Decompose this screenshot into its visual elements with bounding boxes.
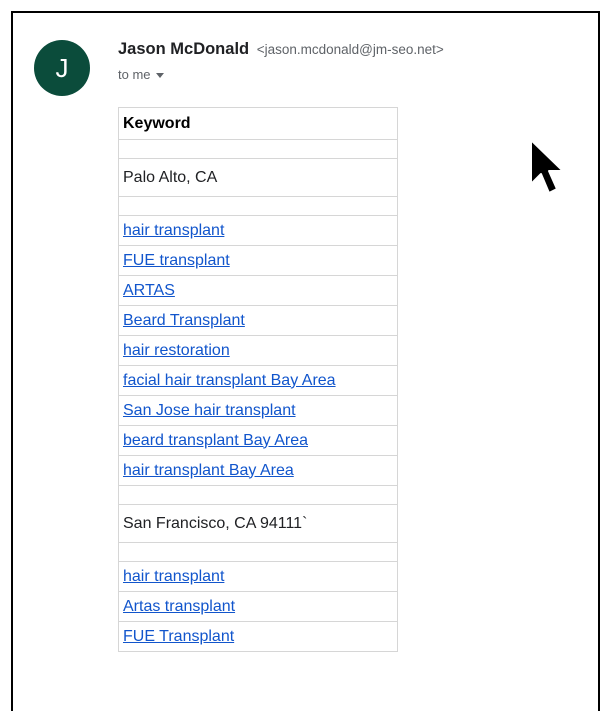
keyword-link[interactable]: Artas transplant: [123, 598, 235, 615]
spacer-row: [118, 485, 398, 505]
keyword-row: facial hair transplant Bay Area: [118, 365, 398, 396]
keyword-link[interactable]: hair restoration: [123, 342, 230, 359]
keyword-row: Artas transplant: [118, 591, 398, 622]
table-cell: [118, 542, 398, 562]
to-label: to me: [118, 67, 151, 82]
table-cell: hair transplant: [118, 561, 398, 592]
sender-line: Jason McDonald <jason.mcdonald@jm-seo.ne…: [118, 40, 444, 59]
table-cell: facial hair transplant Bay Area: [118, 365, 398, 396]
keyword-table-body: Palo Alto, CA hair transplant FUE transpla…: [118, 139, 398, 652]
table-cell: hair transplant: [118, 215, 398, 246]
keyword-row: ARTAS: [118, 275, 398, 306]
keyword-row: hair transplant: [118, 215, 398, 246]
location-label: San Francisco, CA 94111`: [123, 514, 308, 532]
table-cell: FUE Transplant: [118, 621, 398, 652]
sender-email: <jason.mcdonald@jm-seo.net>: [256, 42, 444, 57]
table-cell: FUE transplant: [118, 245, 398, 276]
location-row: Palo Alto, CA: [118, 158, 398, 197]
table-cell: San Jose hair transplant: [118, 395, 398, 426]
sender-avatar[interactable]: J: [34, 40, 90, 96]
table-cell: [118, 196, 398, 216]
table-cell: [118, 139, 398, 159]
keyword-row: hair transplant: [118, 561, 398, 592]
keyword-row: hair restoration: [118, 335, 398, 366]
keyword-row: Beard Transplant: [118, 305, 398, 336]
keyword-row: beard transplant Bay Area: [118, 425, 398, 456]
keyword-link[interactable]: FUE Transplant: [123, 628, 234, 645]
location-label: Palo Alto, CA: [123, 168, 218, 186]
table-header-row: Keyword: [118, 107, 398, 140]
table-cell: beard transplant Bay Area: [118, 425, 398, 456]
recipients-toggle[interactable]: to me: [118, 67, 164, 82]
keyword-link[interactable]: hair transplant: [123, 568, 224, 585]
location-row: San Francisco, CA 94111`: [118, 504, 398, 543]
keyword-table: Keyword Palo Alto, CA hair transplant FUE …: [118, 107, 398, 652]
keyword-row: FUE Transplant: [118, 621, 398, 652]
spacer-row: [118, 139, 398, 159]
keyword-link[interactable]: FUE transplant: [123, 252, 230, 269]
keyword-link[interactable]: San Jose hair transplant: [123, 402, 296, 419]
table-cell: San Francisco, CA 94111`: [118, 504, 398, 543]
table-cell: hair transplant Bay Area: [118, 455, 398, 486]
keyword-row: San Jose hair transplant: [118, 395, 398, 426]
keyword-link[interactable]: hair transplant: [123, 222, 224, 239]
table-cell: Beard Transplant: [118, 305, 398, 336]
keyword-link[interactable]: ARTAS: [123, 282, 175, 299]
keyword-column-header: Keyword: [118, 107, 398, 140]
spacer-row: [118, 542, 398, 562]
sender-name[interactable]: Jason McDonald: [118, 40, 249, 58]
keyword-row: hair transplant Bay Area: [118, 455, 398, 486]
table-cell: hair restoration: [118, 335, 398, 366]
keyword-link[interactable]: beard transplant Bay Area: [123, 432, 308, 449]
table-cell: Palo Alto, CA: [118, 158, 398, 197]
caret-down-icon[interactable]: [155, 73, 164, 79]
table-cell: Artas transplant: [118, 591, 398, 622]
table-cell: ARTAS: [118, 275, 398, 306]
keyword-link[interactable]: hair transplant Bay Area: [123, 462, 294, 479]
keyword-link[interactable]: facial hair transplant Bay Area: [123, 372, 336, 389]
spacer-row: [118, 196, 398, 216]
table-cell: [118, 485, 398, 505]
keyword-link[interactable]: Beard Transplant: [123, 312, 245, 329]
keyword-row: FUE transplant: [118, 245, 398, 276]
mouse-pointer-icon: [530, 139, 564, 194]
